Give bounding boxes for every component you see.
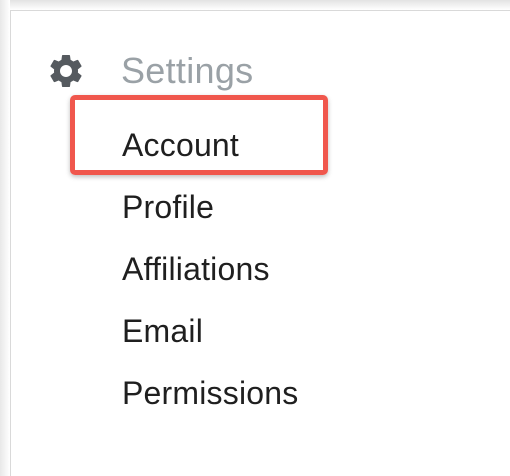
menu-item-profile[interactable]: Profile	[122, 176, 298, 238]
settings-menu-header: Settings	[44, 46, 404, 96]
frame-border-left	[10, 10, 11, 476]
gear-icon	[44, 49, 88, 93]
frame-border-top	[10, 10, 510, 11]
menu-item-permissions[interactable]: Permissions	[122, 362, 298, 424]
menu-item-email[interactable]: Email	[122, 300, 298, 362]
frame-shadow-left	[0, 0, 10, 476]
settings-menu-list: Account Profile Affiliations Email Permi…	[122, 114, 298, 424]
menu-item-affiliations[interactable]: Affiliations	[122, 238, 298, 300]
frame-shadow-top	[0, 0, 510, 10]
settings-title: Settings	[121, 50, 254, 91]
menu-item-account[interactable]: Account	[122, 114, 298, 176]
screenshot-frame: Settings Account Profile Affiliations Em…	[0, 0, 510, 476]
settings-menu: Settings Account Profile Affiliations Em…	[44, 46, 404, 411]
